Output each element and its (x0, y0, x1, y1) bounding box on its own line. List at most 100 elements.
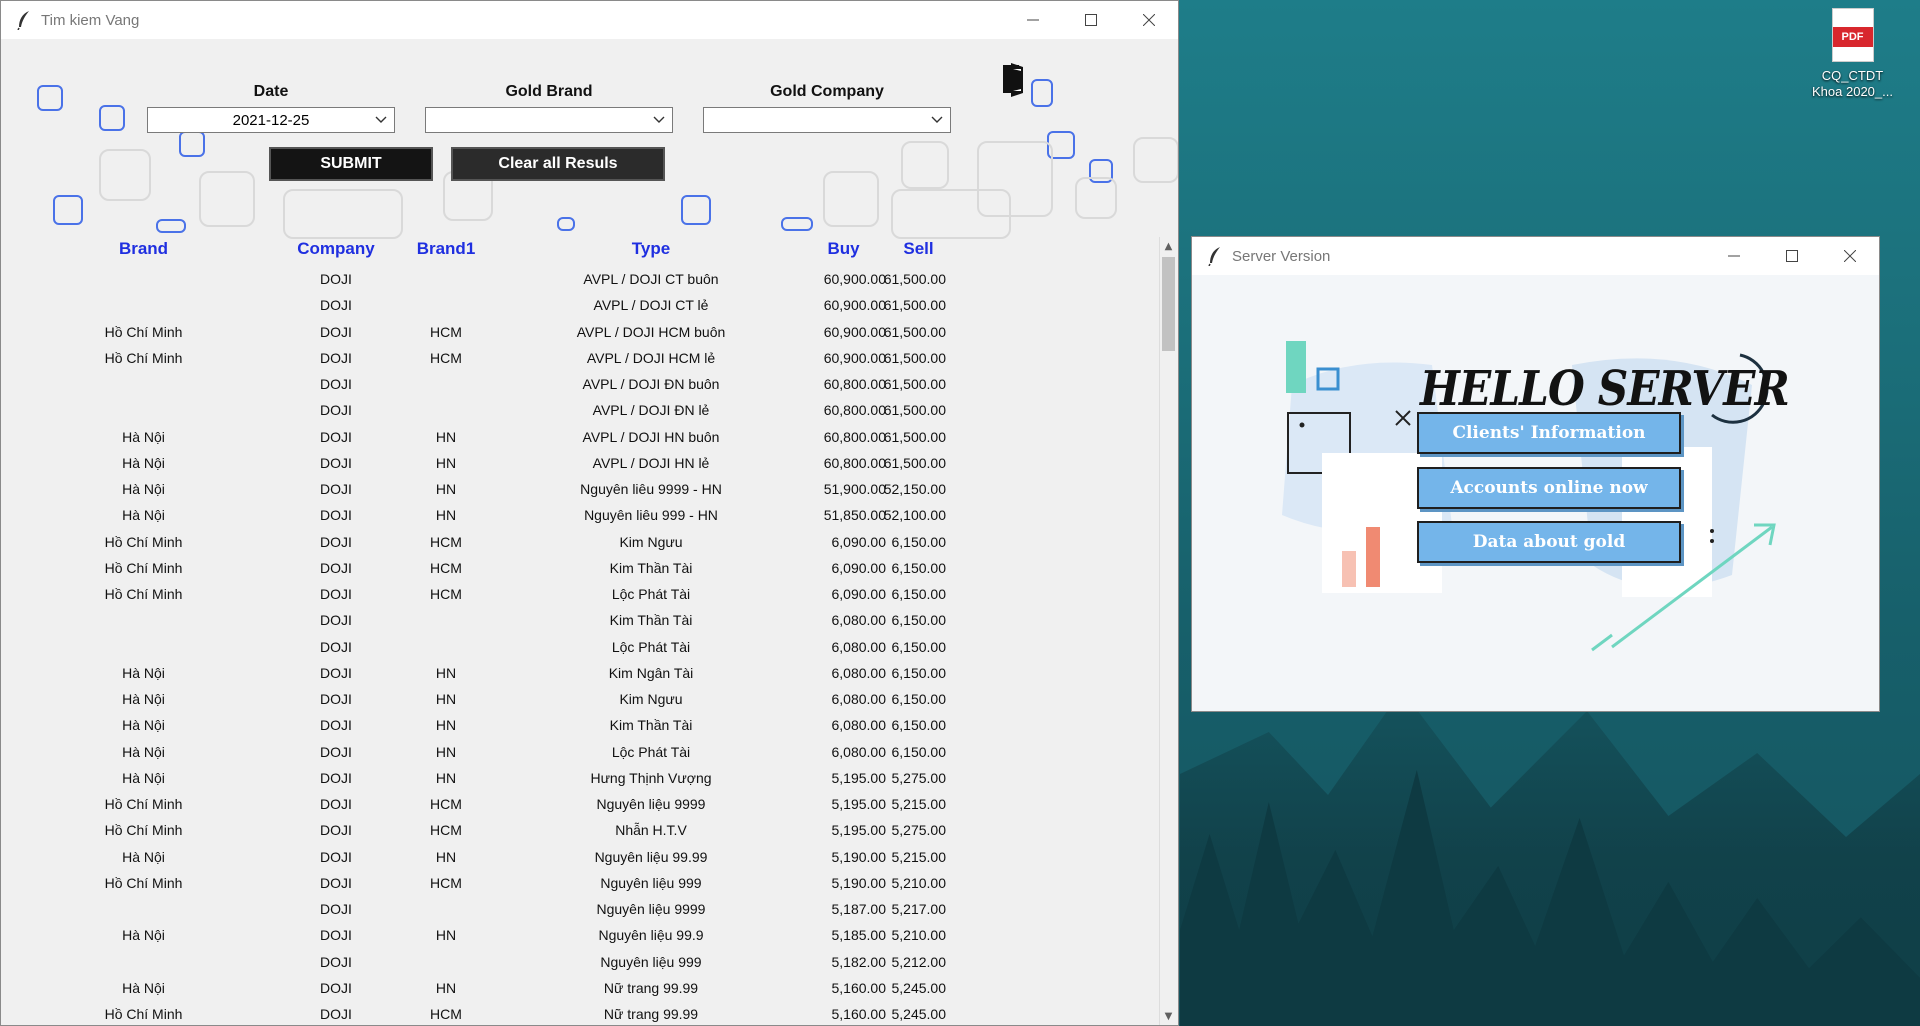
cell-type: Kim Ngân Tài (608, 664, 694, 681)
cell-brand1: HCM (430, 822, 462, 839)
server-content: HELLO SERVER Clients' Information Accoun… (1192, 275, 1879, 711)
maximize-button[interactable] (1763, 237, 1821, 275)
cell-brand: Hồ Chí Minh (104, 323, 183, 340)
table-row: Hồ Chí Minh DOJI HCM AVPL / DOJI HCM lẻ 60,9… (1, 346, 1151, 372)
gold-brand-select[interactable] (425, 107, 673, 133)
cell-brand: Hồ Chí Minh (104, 533, 183, 550)
close-button[interactable] (1821, 237, 1879, 275)
cell-company: DOJI (320, 927, 352, 944)
cell-buy: 6,080.00 (831, 691, 887, 707)
deco-square (179, 131, 205, 157)
deco-globe-tile (199, 171, 255, 227)
gold-company-label: Gold Company (770, 83, 884, 100)
cell-buy: 5,185.00 (831, 927, 887, 944)
deco-hand-tile (1133, 137, 1178, 183)
cell-type: Nữ trang 99.99 (603, 979, 699, 996)
chevron-down-icon[interactable] (372, 110, 390, 130)
date-label: Date (253, 83, 289, 100)
cell-buy: 6,080.00 (831, 612, 887, 629)
chevron-down-icon[interactable] (928, 110, 946, 130)
cell-brand1: HCM (430, 874, 462, 891)
deco-square (781, 217, 813, 231)
cell-sell: 5,275.00 (891, 769, 947, 786)
cell-type: Nguyên liêu 999 - HN (584, 507, 718, 524)
date-value: 2021-12-25 (232, 111, 310, 129)
clear-results-button[interactable]: Clear all Resuls (451, 147, 665, 181)
cell-brand1: HCM (430, 1006, 462, 1022)
cell-company: DOJI (320, 638, 352, 655)
cell-brand: Hà Nội (122, 848, 165, 865)
close-button[interactable] (1120, 1, 1178, 39)
cell-sell: 6,150.00 (891, 559, 947, 576)
submit-button[interactable]: SUBMIT (269, 147, 433, 181)
deco-globe-tile (823, 171, 879, 227)
cell-brand: Hồ Chí Minh (104, 874, 183, 891)
table-row: DOJI Lộc Phát Tài 6,080.00 6,150.00 (1, 635, 1151, 661)
cell-company: DOJI (320, 507, 352, 524)
cell-buy: 5,195.00 (831, 822, 887, 839)
deco-square (156, 219, 186, 233)
title-bar[interactable]: Tim kiem Vang (1, 1, 1178, 39)
cell-buy: 5,190.00 (831, 874, 887, 891)
cell-brand: Hà Nội (122, 428, 165, 445)
cell-buy: 60,900.00 (823, 349, 886, 366)
cell-type: AVPL / DOJI ĐN lẻ (592, 402, 710, 419)
minimize-button[interactable] (1004, 1, 1062, 39)
minimize-button[interactable] (1705, 237, 1763, 275)
cell-type: Kim Thần Tài (609, 559, 693, 576)
table-row: Hà Nội DOJI HN AVPL / DOJI HN buôn 60,800.00… (1, 425, 1151, 451)
cell-sell: 61,500.00 (883, 376, 946, 392)
vertical-scrollbar[interactable]: ▲ ▼ (1159, 237, 1177, 1025)
cell-type: Nguyên liêu 9999 - HN (580, 481, 722, 497)
cell-buy: 6,080.00 (831, 743, 887, 760)
cell-brand: Hà Nội (122, 664, 165, 681)
gold-company-select[interactable] (703, 107, 951, 133)
cell-company: DOJI (320, 664, 352, 681)
cell-brand: Hồ Chí Minh (104, 349, 183, 366)
table-row: Hồ Chí Minh DOJI HCM Nguyên liệu 9999 5,195.… (1, 792, 1151, 818)
cell-type: AVPL / DOJI HN buôn (582, 428, 720, 445)
cell-sell: 5,245.00 (891, 979, 947, 996)
cell-brand: Hà Nội (122, 769, 165, 786)
scroll-up-icon[interactable]: ▲ (1160, 237, 1177, 255)
cell-buy: 6,080.00 (831, 664, 887, 681)
cell-brand: Hà Nội (122, 481, 165, 497)
cell-sell: 6,150.00 (891, 586, 947, 602)
deco-square (99, 105, 125, 131)
table-row: DOJI Kim Thần Tài 6,080.00 6,150.00 (1, 608, 1151, 634)
exit-door-icon[interactable] (1001, 59, 1027, 97)
cell-company: DOJI (320, 822, 352, 839)
cell-buy: 6,080.00 (831, 638, 887, 655)
chevron-down-icon[interactable] (650, 110, 668, 130)
date-select[interactable]: 2021-12-25 (147, 107, 395, 133)
accounts-online-button[interactable]: Accounts online now (1417, 467, 1681, 509)
cell-brand1: HN (435, 979, 457, 996)
cell-type: Nguyên liệu 9999 (596, 901, 706, 917)
gold-brand-label: Gold Brand (505, 83, 593, 100)
cell-brand: Hồ Chí Minh (104, 559, 183, 576)
cell-brand1: HCM (430, 323, 462, 340)
cell-brand1: HN (435, 481, 457, 497)
desktop-pdf-file[interactable]: PDF CQ_CTDT Khoa 2020_... (1805, 8, 1900, 100)
table-row: Hồ Chí Minh DOJI HCM Lộc Phát Tài 6,090.00 6,… (1, 582, 1151, 608)
cell-brand1: HN (435, 743, 457, 760)
cell-brand: Hồ Chí Minh (104, 1006, 183, 1022)
cell-company: DOJI (320, 454, 352, 471)
scroll-down-icon[interactable]: ▼ (1160, 1007, 1177, 1025)
cell-sell: 61,500.00 (883, 428, 946, 445)
cell-sell: 6,150.00 (891, 612, 947, 629)
scroll-thumb[interactable] (1162, 257, 1175, 351)
feather-icon (1202, 243, 1228, 269)
data-about-gold-button[interactable]: Data about gold (1417, 521, 1681, 563)
clients-information-button[interactable]: Clients' Information (1417, 412, 1681, 454)
cell-sell: 5,245.00 (891, 1006, 947, 1022)
table-row: DOJI AVPL / DOJI ĐN lẻ 60,800.00 61,500.00 (1, 398, 1151, 424)
cell-brand: Hà Nội (122, 743, 165, 760)
cell-brand1: HCM (430, 796, 462, 812)
cell-sell: 6,150.00 (891, 533, 947, 550)
maximize-button[interactable] (1062, 1, 1120, 39)
server-heading: HELLO SERVER (1420, 361, 1790, 417)
cell-type: Hưng Thịnh Vượng (590, 769, 712, 786)
server-title-bar[interactable]: Server Version (1192, 237, 1879, 275)
cell-sell: 61,500.00 (883, 323, 946, 340)
